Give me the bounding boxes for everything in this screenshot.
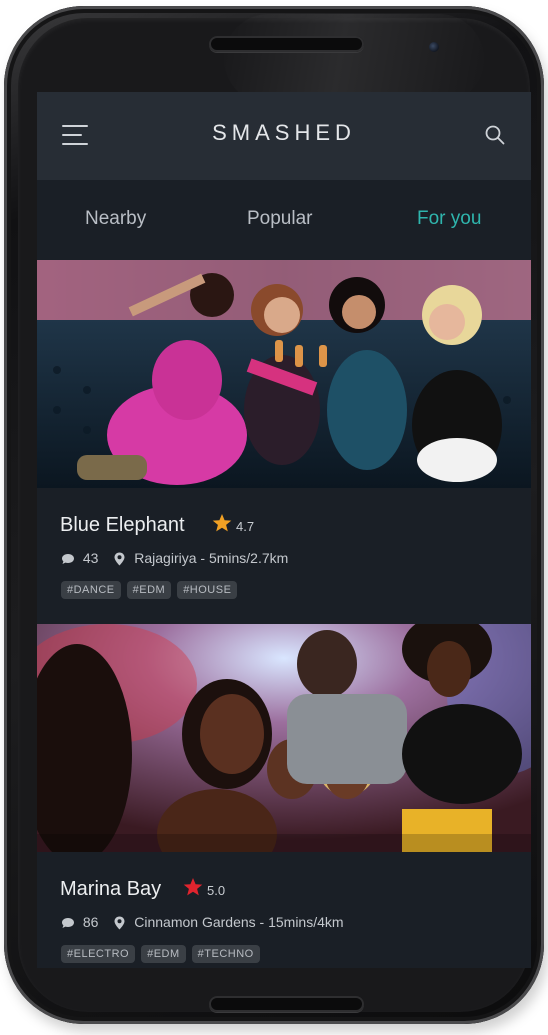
tab-for-you[interactable]: For you xyxy=(417,208,481,230)
venue-name[interactable]: Blue Elephant xyxy=(60,514,185,537)
bottom-speaker xyxy=(209,996,364,1012)
earpiece-speaker xyxy=(209,36,364,52)
comment-count: 43 xyxy=(82,550,99,566)
search-icon[interactable] xyxy=(485,125,505,145)
location-pin-icon xyxy=(114,916,125,930)
venue-location: Cinnamon Gardens - 15mins/4km xyxy=(134,914,344,930)
venue-meta: 86 Cinnamon Gardens - 15mins/4km xyxy=(61,914,344,930)
tag-chip[interactable]: #TECHNO xyxy=(191,945,260,963)
tag-chip[interactable]: #DANCE xyxy=(61,581,121,599)
venue-card-blue-elephant[interactable]: Blue Elephant 4.7 43 Rajagiriya - 5mins/… xyxy=(37,260,531,616)
app-title: SMASHED xyxy=(212,120,356,145)
venue-meta: 43 Rajagiriya - 5mins/2.7km xyxy=(61,550,288,566)
venue-location: Rajagiriya - 5mins/2.7km xyxy=(134,550,289,566)
venue-card-marina-bay[interactable]: Marina Bay 5.0 86 Cinnamon Gardens - 15m… xyxy=(37,624,531,968)
tag-list: #ELECTRO #EDM #TECHNO xyxy=(61,944,266,963)
comment-icon xyxy=(62,554,74,565)
star-icon xyxy=(183,878,203,896)
tag-chip[interactable]: #EDM xyxy=(126,581,172,599)
tag-chip[interactable]: #EDM xyxy=(141,945,186,963)
venue-photo[interactable] xyxy=(37,624,531,852)
comment-count: 86 xyxy=(82,914,99,930)
venue-rating: 4.7 xyxy=(236,519,255,534)
venue-name[interactable]: Marina Bay xyxy=(60,878,161,901)
venue-photo[interactable] xyxy=(37,260,531,488)
comment-icon xyxy=(62,918,74,929)
location-pin-icon xyxy=(114,552,125,566)
app-bar: SMASHED xyxy=(37,92,531,180)
frame-glare xyxy=(224,14,484,104)
tab-nearby[interactable]: Nearby xyxy=(85,208,146,230)
tag-list: #DANCE #EDM #HOUSE xyxy=(61,580,243,599)
app-screen: SMASHED Nearby Popular For you Blue Elep… xyxy=(37,92,531,968)
front-camera xyxy=(429,42,439,52)
tag-chip[interactable]: #ELECTRO xyxy=(61,945,136,963)
tag-chip[interactable]: #HOUSE xyxy=(177,581,238,599)
tab-popular[interactable]: Popular xyxy=(247,208,313,230)
venue-rating: 5.0 xyxy=(207,883,226,898)
tab-bar: Nearby Popular For you xyxy=(37,180,531,260)
star-icon xyxy=(212,514,232,532)
